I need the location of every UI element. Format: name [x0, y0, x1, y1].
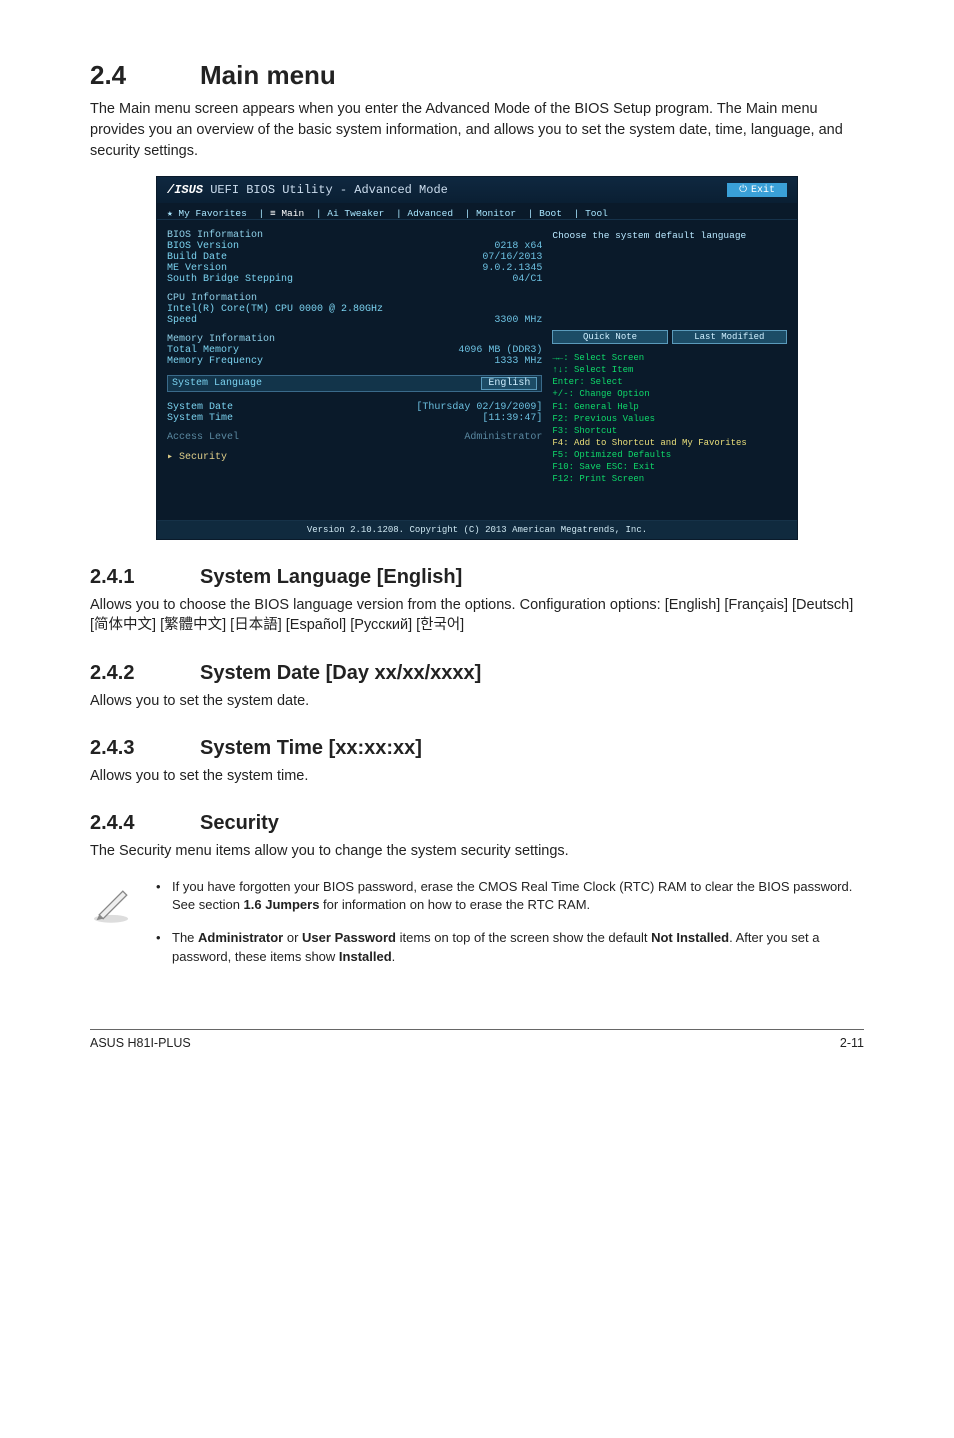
me-version-label: ME Version — [167, 263, 227, 274]
help-line: F2: Previous Values — [552, 413, 787, 425]
sub-title: Security — [200, 812, 279, 834]
heading-title: Main menu — [200, 60, 336, 90]
help-line: F1: General Help — [552, 401, 787, 413]
tab-advanced[interactable]: Advanced — [407, 208, 453, 219]
help-line: F3: Shortcut — [552, 425, 787, 437]
system-language-value[interactable]: English — [481, 377, 537, 390]
note-bullet: If you have forgotten your BIOS password… — [150, 878, 864, 916]
note-bullet: The Administrator or User Password items… — [150, 929, 864, 967]
help-line: F4: Add to Shortcut and My Favorites — [552, 437, 787, 449]
heading-2-4-1: 2.4.1System Language [English] — [90, 566, 864, 589]
heading-2-4-4: 2.4.4Security — [90, 812, 864, 835]
tab-main[interactable]: ≡ Main — [270, 208, 304, 219]
quick-note-button[interactable]: Quick Note — [552, 330, 667, 344]
sub-title: System Time [xx:xx:xx] — [200, 737, 422, 759]
exit-button[interactable]: ⏻ Exit — [727, 183, 787, 197]
tab-favorites[interactable]: ★ My Favorites — [167, 208, 247, 219]
help-line: ↑↓: Select Item — [552, 364, 787, 376]
bios-tabs: ★ My Favorites | ≡ Main | Ai Tweaker | A… — [157, 203, 797, 220]
bios-info-header: BIOS Information — [167, 230, 542, 241]
bios-titlebar: /ISUS UEFI BIOS Utility - Advanced Mode … — [157, 177, 797, 203]
page-footer: ASUS H81I-PLUS 2-11 — [90, 1029, 864, 1050]
cpu-speed-label: Speed — [167, 315, 197, 326]
sub-num: 2.4.3 — [90, 737, 200, 760]
sub-desc: Allows you to set the system date. — [90, 691, 864, 711]
help-line: F10: Save ESC: Exit — [552, 461, 787, 473]
system-time-label: System Time — [167, 413, 233, 424]
note-text: The — [172, 930, 198, 945]
help-line: Enter: Select — [552, 376, 787, 388]
sub-desc: Allows you to choose the BIOS language v… — [90, 595, 864, 636]
note-bold: User Password — [302, 930, 396, 945]
last-modified-button[interactable]: Last Modified — [672, 330, 787, 344]
bios-title-text: UEFI BIOS Utility - Advanced Mode — [210, 183, 448, 197]
me-version-value: 9.0.2.1345 — [482, 263, 542, 274]
system-date-label: System Date — [167, 402, 233, 413]
cpu-speed-value: 3300 MHz — [494, 315, 542, 326]
build-date-value: 07/16/2013 — [482, 252, 542, 263]
sb-stepping-label: South Bridge Stepping — [167, 274, 293, 285]
note-bold: Not Installed — [651, 930, 729, 945]
access-level-label: Access Level — [167, 432, 239, 443]
note-text: or — [283, 930, 302, 945]
bios-right-pane: Choose the system default language Quick… — [552, 230, 787, 510]
cpu-name: Intel(R) Core(TM) CPU 0000 @ 2.80GHz — [167, 304, 383, 315]
bios-help-hint: Choose the system default language — [552, 230, 787, 330]
footer-left: ASUS H81I-PLUS — [90, 1036, 191, 1050]
security-label: Security — [179, 452, 227, 463]
bios-key-help: →←: Select Screen ↑↓: Select Item Enter:… — [552, 352, 787, 486]
bios-screenshot: /ISUS UEFI BIOS Utility - Advanced Mode … — [156, 176, 798, 540]
sub-title: System Language [English] — [200, 566, 462, 588]
system-language-label: System Language — [172, 378, 262, 389]
system-date-value[interactable]: [Thursday 02/19/2009] — [416, 402, 542, 413]
note-bold: Administrator — [198, 930, 283, 945]
bios-logo: /ISUS — [167, 183, 203, 197]
bios-version-label: BIOS Version — [167, 241, 239, 252]
system-language-row[interactable]: System Language English — [167, 375, 542, 392]
help-line: →←: Select Screen — [552, 352, 787, 364]
memory-info-header: Memory Information — [167, 334, 542, 345]
tab-boot[interactable]: Boot — [539, 208, 562, 219]
heading-num: 2.4 — [90, 60, 200, 91]
note-text: . — [392, 949, 396, 964]
total-memory-value: 4096 MB (DDR3) — [458, 345, 542, 356]
power-icon: ⏻ — [739, 184, 747, 196]
exit-label: Exit — [751, 185, 775, 196]
sb-stepping-value: 04/C1 — [512, 274, 542, 285]
memory-freq-label: Memory Frequency — [167, 356, 263, 367]
build-date-label: Build Date — [167, 252, 227, 263]
sub-desc: Allows you to set the system time. — [90, 766, 864, 786]
footer-right: 2-11 — [840, 1036, 864, 1050]
note-text: items on top of the screen show the defa… — [396, 930, 651, 945]
heading-2-4-3: 2.4.3System Time [xx:xx:xx] — [90, 737, 864, 760]
system-time-value[interactable]: [11:39:47] — [482, 413, 542, 424]
heading-2-4-2: 2.4.2System Date [Day xx/xx/xxxx] — [90, 662, 864, 685]
memory-freq-value: 1333 MHz — [494, 356, 542, 367]
cpu-info-header: CPU Information — [167, 293, 542, 304]
sub-num: 2.4.1 — [90, 566, 200, 589]
access-level-value: Administrator — [464, 432, 542, 443]
help-line: F5: Optimized Defaults — [552, 449, 787, 461]
help-line: F12: Print Screen — [552, 473, 787, 485]
note-text: for information on how to erase the RTC … — [319, 897, 590, 912]
security-submenu[interactable]: ▸ Security — [167, 451, 542, 463]
bios-footer: Version 2.10.1208. Copyright (C) 2013 Am… — [157, 520, 797, 539]
sub-title: System Date [Day xx/xx/xxxx] — [200, 662, 481, 684]
tab-monitor[interactable]: Monitor — [476, 208, 516, 219]
note-bold: Installed — [339, 949, 392, 964]
sub-num: 2.4.2 — [90, 662, 200, 685]
tab-ai-tweaker[interactable]: Ai Tweaker — [327, 208, 384, 219]
bios-version-value: 0218 x64 — [494, 241, 542, 252]
note-icon — [90, 878, 132, 981]
bios-left-pane: BIOS Information BIOS Version 0218 x64 Bu… — [167, 230, 542, 510]
sub-desc: The Security menu items allow you to cha… — [90, 841, 864, 861]
note-bold: 1.6 Jumpers — [244, 897, 320, 912]
sub-num: 2.4.4 — [90, 812, 200, 835]
heading-2-4: 2.4Main menu — [90, 60, 864, 91]
section-paragraph: The Main menu screen appears when you en… — [90, 99, 864, 162]
help-line: +/-: Change Option — [552, 388, 787, 400]
tab-tool[interactable]: Tool — [585, 208, 608, 219]
note-box: If you have forgotten your BIOS password… — [90, 878, 864, 981]
total-memory-label: Total Memory — [167, 345, 239, 356]
